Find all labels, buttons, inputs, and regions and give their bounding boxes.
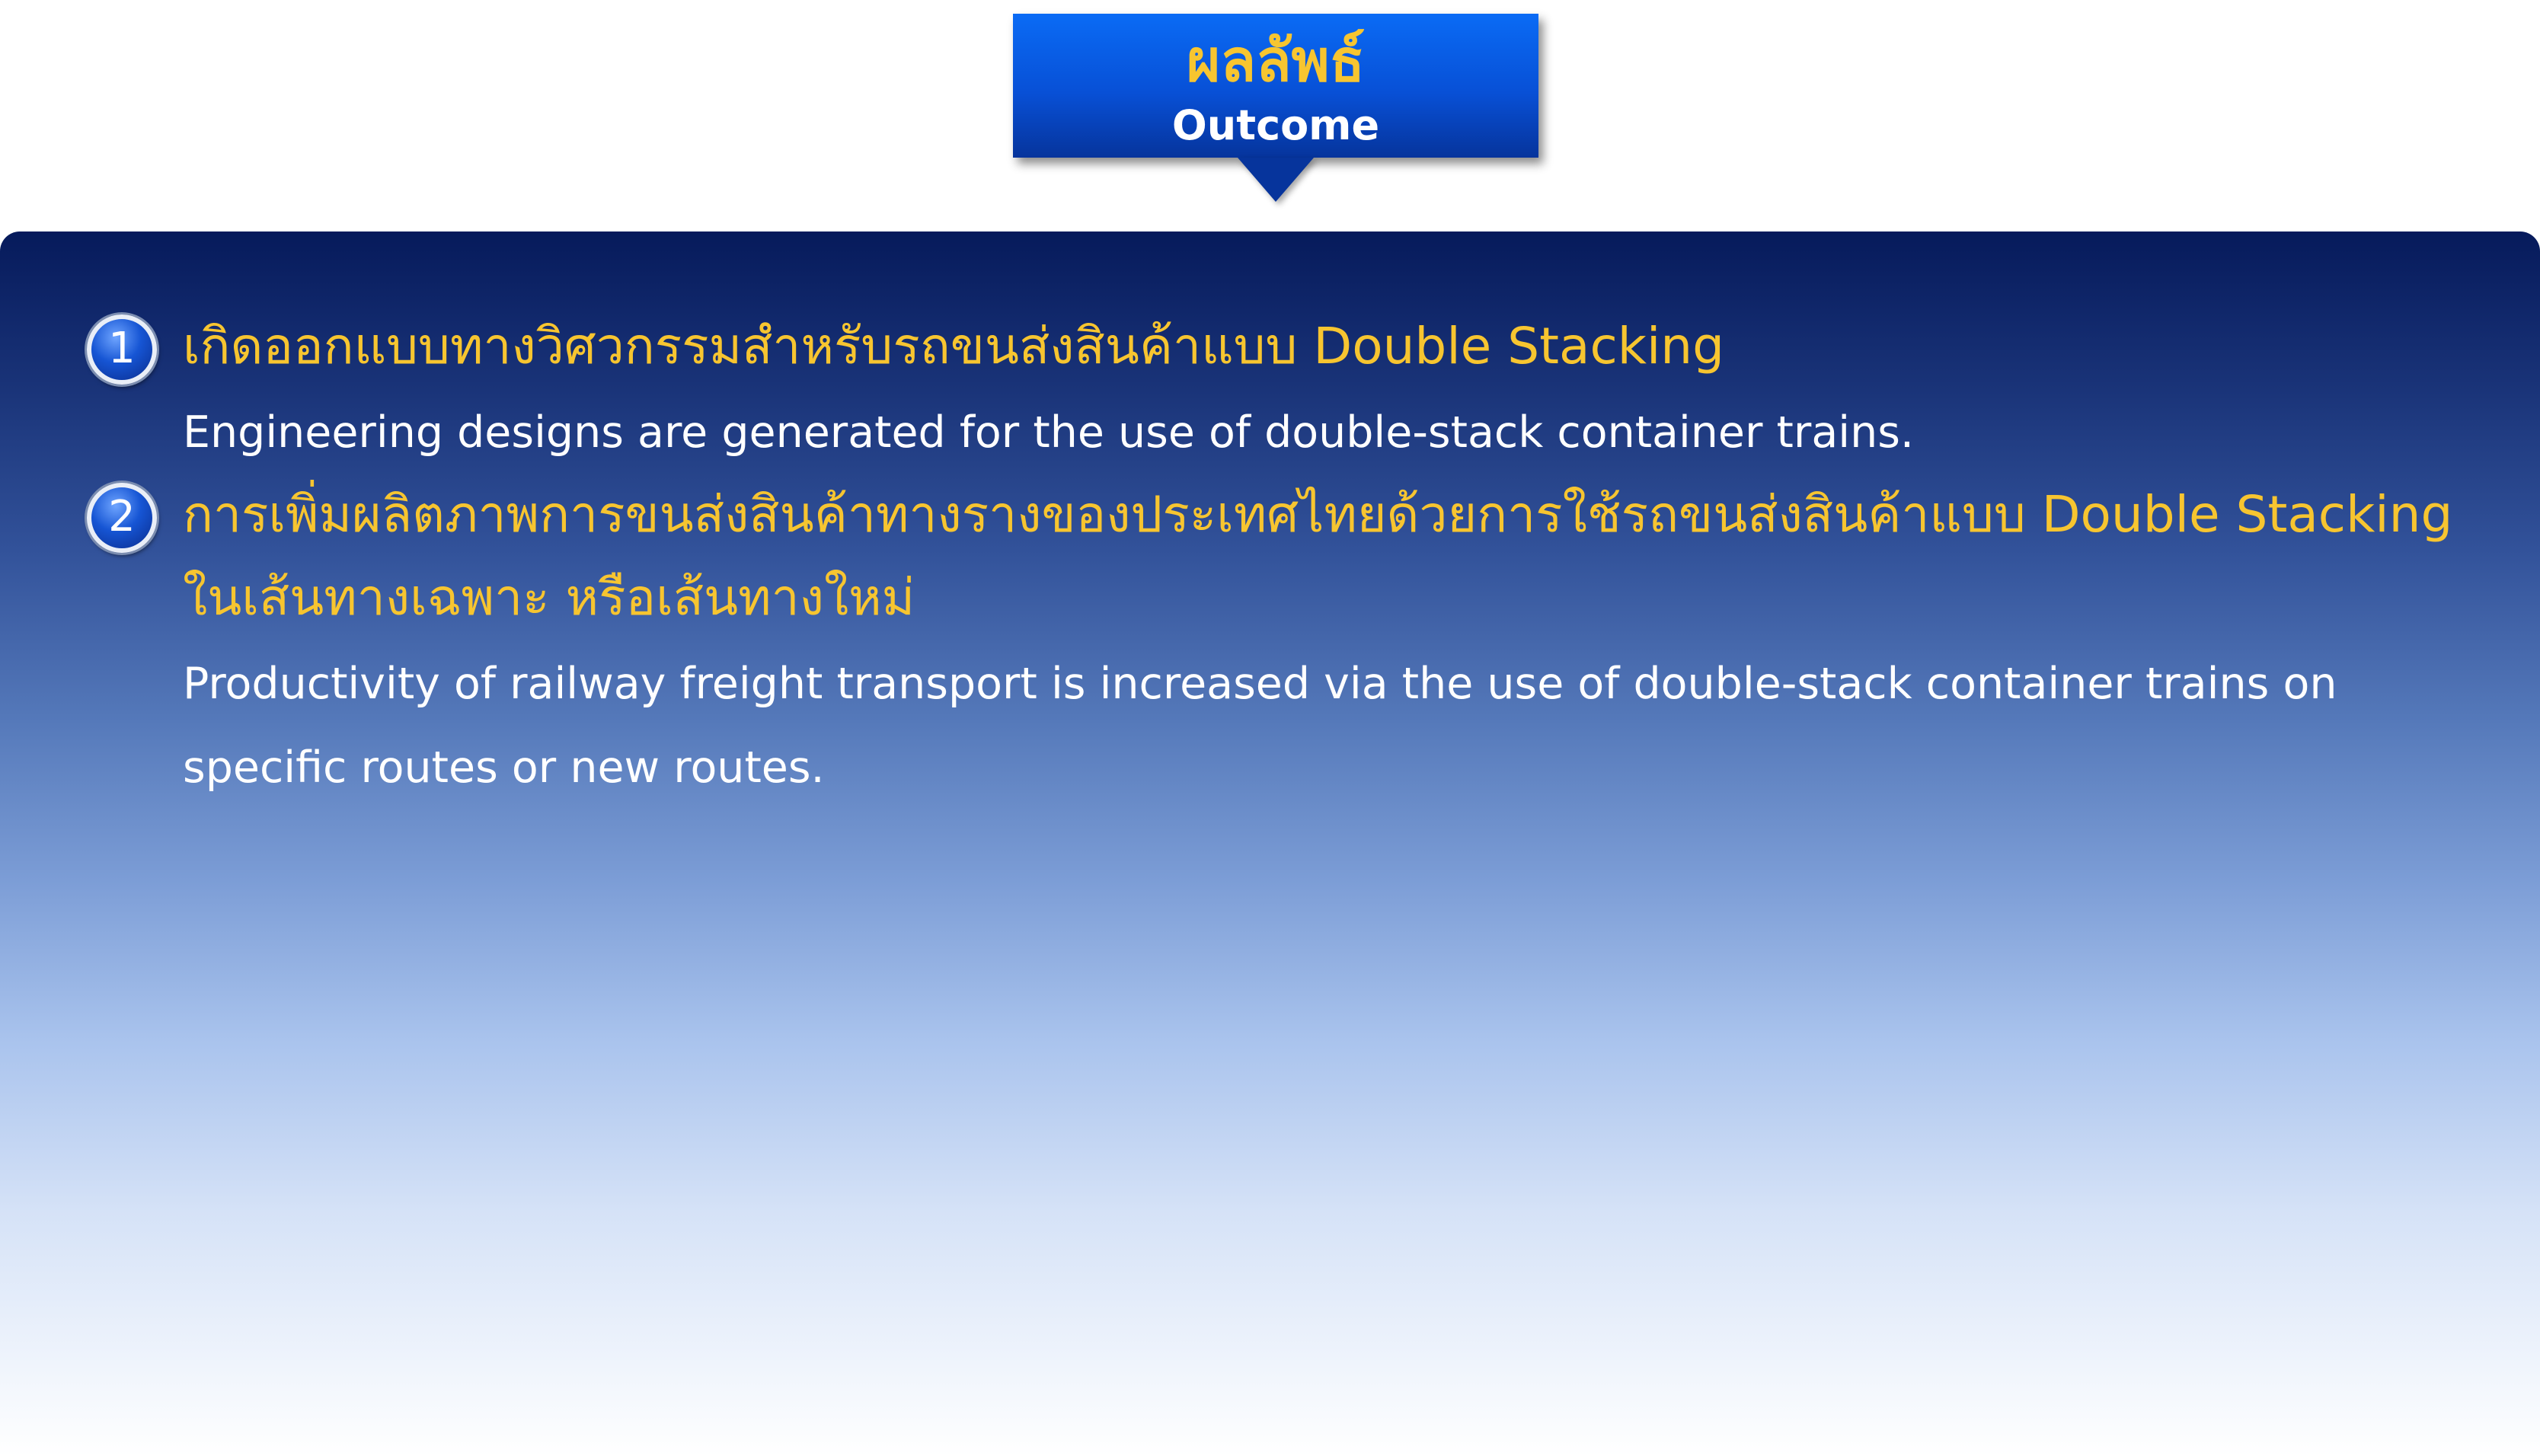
banner-pointer-arrow [1238, 158, 1314, 202]
item-2-english-text-line-1: Productivity of railway freight transpor… [183, 659, 2337, 709]
title-thai: ผลลัพธ์ [1186, 27, 1366, 94]
item-number-badge: 2 [87, 483, 157, 553]
item-1-thai-heading: เกิดออกแบบทางวิศวกรรมสำหรับรถขนส่งสินค้า… [183, 317, 1725, 375]
item-2-thai-heading-line-1: การเพิ่มผลิตภาพการขนส่งสินค้าทางรางของปร… [183, 485, 2453, 544]
item-1-english-text: Engineering designs are generated for th… [183, 407, 1915, 458]
item-number-badge: 1 [87, 315, 157, 385]
item-2-english-text-line-2: specific routes or new routes. [183, 742, 825, 793]
title-english: Outcome [1171, 101, 1380, 149]
item-2-thai-heading-line-2: ในเส้นทางเฉพาะ หรือเส้นทางใหม่ [183, 568, 915, 627]
outcome-title-banner: ผลลัพธ์ Outcome [1013, 14, 1538, 158]
